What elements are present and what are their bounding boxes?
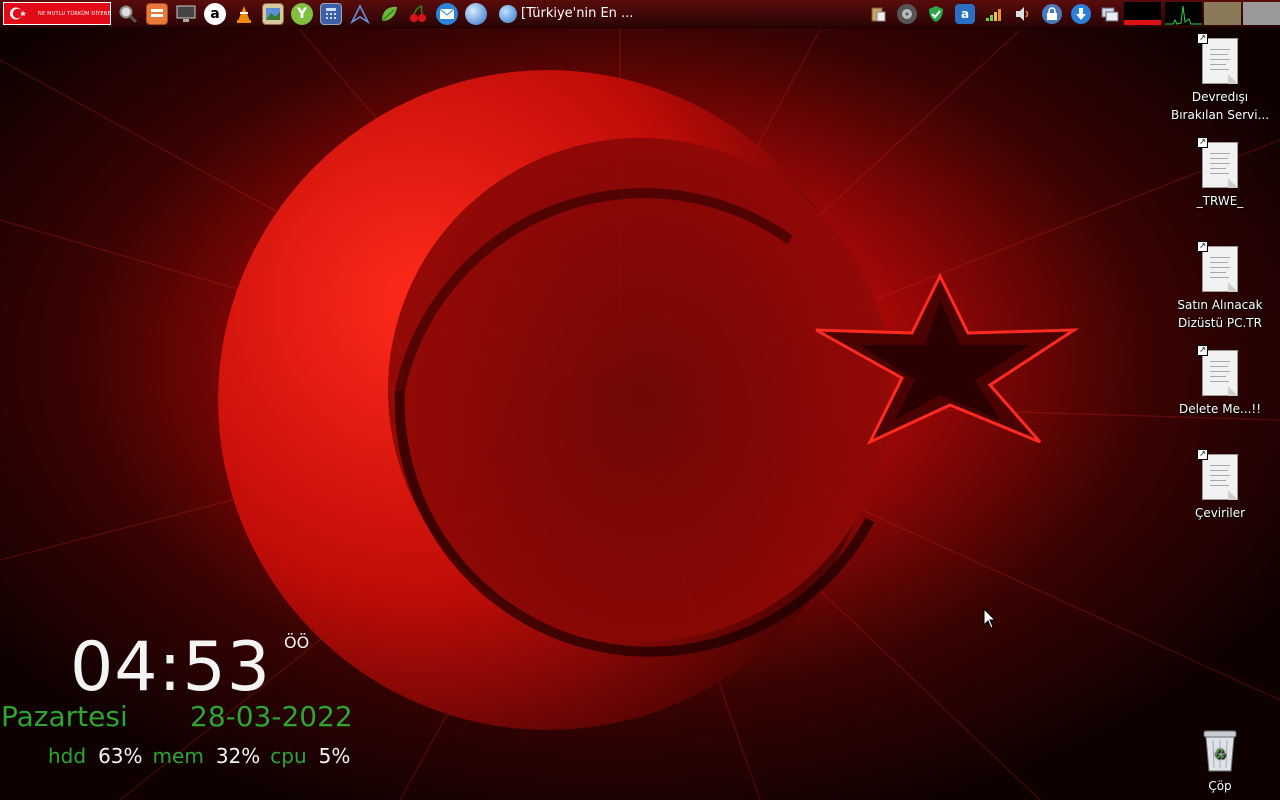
clock-time: 04:53 [70,628,271,707]
document-icon: ↗ [1197,137,1238,188]
desktop-icon-label: Çöp [1208,779,1232,793]
document-icon: ↗ [1197,449,1238,500]
document-icon: ↗ [1197,345,1238,396]
desktop-icon[interactable]: ↗ _TRWE_ [1170,137,1270,210]
monitor-icon[interactable] [175,3,197,25]
search-icon[interactable] [117,3,139,25]
mail-icon[interactable] [436,2,458,25]
calculator-icon[interactable] [320,2,342,25]
clock-ampm: ÖÖ [284,633,310,652]
cherry-icon[interactable] [407,3,429,25]
desktop-icon-label: Çeviriler [1194,506,1246,520]
amazon-icon[interactable]: a [204,2,226,25]
leaf-icon[interactable] [378,3,400,25]
cpu-graph [1124,2,1161,25]
taskbar-window-title: [Türkiye'nin En ... [521,6,634,21]
amazon-icon[interactable]: a [955,3,975,24]
trash-icon: ♻ [1200,728,1240,774]
windows-icon[interactable] [1100,4,1120,24]
image-viewer-icon[interactable] [262,2,284,25]
volume-icon[interactable] [1013,4,1033,24]
globe-icon [499,4,517,23]
cpu-value: 5% [318,744,351,768]
turkish-flag-icon [6,4,32,23]
vlc-icon[interactable] [233,3,255,25]
start-menu-button[interactable]: NE MUTLU TÜRKÜM DİYENE [3,2,111,25]
desktop-icon-label: _TRWE_ [1196,194,1244,208]
menu-slogan: NE MUTLU TÜRKÜM DİYENE [38,10,112,17]
desktop-icon[interactable]: ↗ Satın Alınacak Dizüstü PC.TR [1170,241,1270,332]
desktop-icon-label: Devredışı Bırakılan Servi... [1170,90,1270,122]
download-icon[interactable] [1071,3,1091,24]
hdd-label: hdd [48,744,87,768]
y-app-icon[interactable]: Y [291,2,313,25]
taskbar-window-button[interactable]: [Türkiye'nin En ... [499,3,639,25]
cpu-label: cpu [270,744,307,768]
document-icon: ↗ [1197,241,1238,292]
workspace-1[interactable] [1204,2,1241,25]
system-tray: a [859,2,1280,25]
desktop-icon[interactable]: ↗ Çeviriler [1170,449,1270,522]
globe-icon[interactable] [465,2,487,25]
clipboard-icon[interactable] [868,4,888,24]
wifi-icon[interactable] [984,4,1004,24]
mem-label: mem [152,744,204,768]
arch-icon[interactable] [349,3,371,25]
trash-desktop-icon[interactable]: ♻ Çöp [1170,728,1270,795]
desktop-icon[interactable]: ↗ Delete Me...!! [1170,345,1270,418]
desktop-icon-label: Delete Me...!! [1178,402,1262,416]
desktop-icon[interactable]: ↗ Devredışı Bırakılan Servi... [1170,33,1270,124]
workspace-2[interactable] [1243,2,1280,25]
network-graph [1165,2,1202,25]
svg-text:♻: ♻ [1214,747,1227,763]
top-panel: NE MUTLU TÜRKÜM DİYENE a Y [Türkiye'nin … [0,0,1280,28]
archive-icon[interactable] [146,2,168,25]
mem-value: 32% [215,744,261,768]
mouse-cursor-icon [983,607,997,634]
document-icon: ↗ [1197,33,1238,84]
shield-icon[interactable] [926,4,946,24]
system-stats: hdd 63% mem 32% cpu 5% [48,744,360,768]
desktop-icon-label: Satın Alınacak Dizüstü PC.TR [1177,298,1263,330]
hdd-value: 63% [98,744,143,768]
day-name: Pazartesi [1,700,128,733]
lock-icon[interactable] [1042,3,1062,24]
disk-utility-icon[interactable] [897,3,917,24]
date-text: 28-03-2022 [190,700,353,733]
